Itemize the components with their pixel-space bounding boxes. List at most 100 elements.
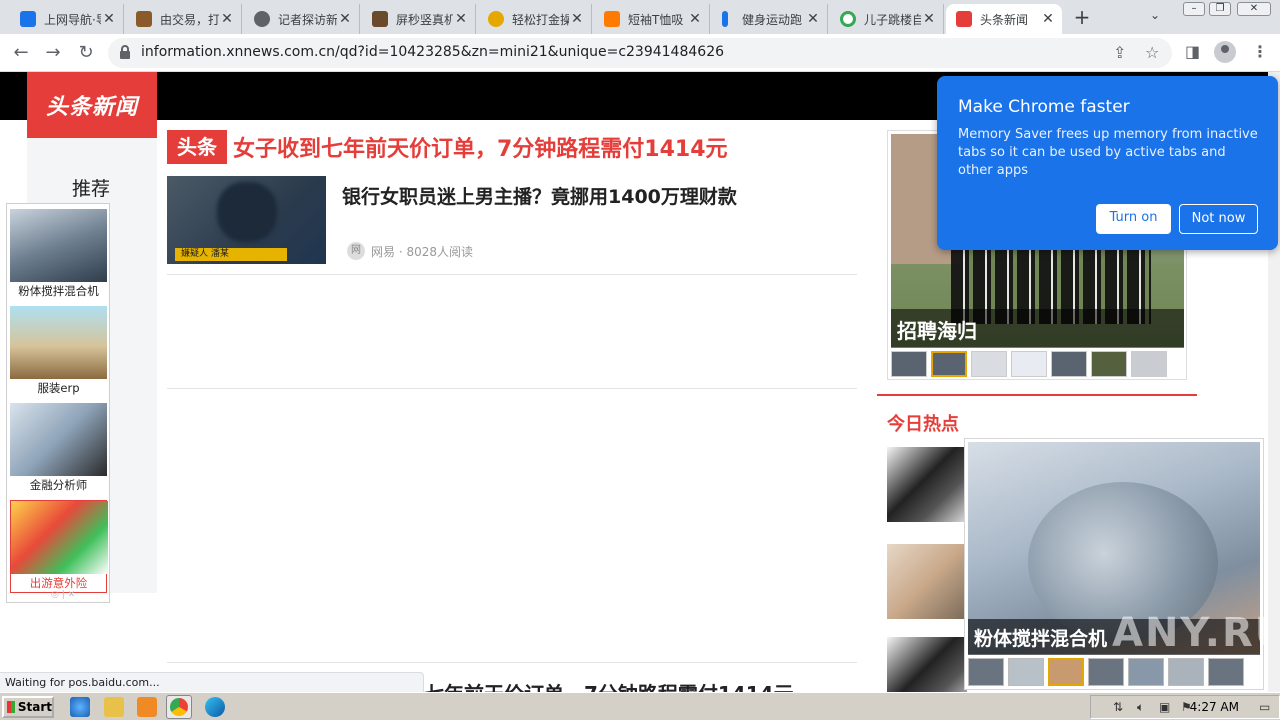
chrome-taskbar-icon[interactable] [166, 695, 192, 719]
hot-news-thumbnail[interactable] [887, 544, 967, 619]
ad-item-label[interactable]: 粉体搅拌混合机 [10, 282, 107, 300]
not-now-button[interactable]: Not now [1179, 204, 1258, 234]
show-desktop-icon[interactable]: ▭ [1259, 700, 1273, 714]
tab-favicon-icon [20, 11, 36, 27]
start-button[interactable]: Start [2, 696, 54, 718]
lock-icon[interactable] [120, 45, 130, 59]
minimize-button[interactable]: – [1183, 2, 1205, 16]
top-headline[interactable]: 头条 女子收到七年前天价订单，7分钟路程需付1414元 [167, 130, 728, 164]
folder-icon[interactable] [104, 697, 124, 717]
bookmark-star-icon[interactable]: ☆ [1145, 43, 1159, 62]
ad-thumb[interactable] [1128, 658, 1164, 686]
close-tab-icon[interactable]: ✕ [101, 11, 117, 27]
ad-thumb[interactable] [1088, 658, 1124, 686]
share-icon[interactable]: ⇪ [1113, 43, 1126, 62]
system-tray: ⇅ 🔈︎ ▣ ⚑ 4:27 AM ▭ [1090, 695, 1280, 719]
hot-news-thumbnail[interactable] [887, 637, 967, 692]
close-tab-icon[interactable]: ✕ [805, 11, 821, 27]
ad-item-image[interactable] [10, 209, 107, 282]
ad-item[interactable]: 服装erp [10, 306, 107, 397]
section-divider [877, 394, 1197, 396]
turn-on-button[interactable]: Turn on [1096, 204, 1171, 234]
network-icon[interactable]: ⇅ [1113, 700, 1127, 714]
news-item[interactable]: 嫌疑人 潘某 银行女职员迷上男主播？竟挪用1400万理财款 网 网易 · 802… [167, 176, 857, 275]
ad-thumb[interactable] [1048, 658, 1084, 686]
browser-tab[interactable]: 短袖T恤吸 ✕ [594, 4, 710, 34]
bubble-body: Memory Saver frees up memory from inacti… [958, 127, 1258, 178]
browser-tab[interactable]: 屏秒竖真机 ✕ [362, 4, 476, 34]
devices-icon[interactable]: ▣ [1159, 700, 1173, 714]
ad-item[interactable]: 出游意外险 [10, 500, 108, 593]
ad-thumb[interactable] [1168, 658, 1204, 686]
profile-avatar-icon[interactable] [1214, 41, 1236, 63]
url-text[interactable]: information.xnnews.com.cn/qd?id=10423285… [141, 44, 724, 60]
ad-item-label[interactable]: 金融分析师 [10, 476, 107, 494]
tab-search-chevron-icon[interactable]: ⌄ [1150, 8, 1160, 22]
volume-icon[interactable]: 🔈︎ [1137, 700, 1151, 714]
ad-thumb[interactable] [1008, 658, 1044, 686]
tab-favicon-icon [136, 11, 152, 27]
hot-news-thumbnail[interactable] [887, 447, 967, 522]
browser-tab-active[interactable]: 头条新闻 ✕ [946, 4, 1062, 34]
close-window-button[interactable]: ✕ [1237, 2, 1271, 16]
tab-strip: 上网导航·导 ✕ 由交易，打 ✕ 记者探访新 ✕ 屏秒竖真机 ✕ 轻松打金操 ✕… [0, 0, 1280, 34]
slide-caption[interactable]: 招聘海归 [891, 309, 1184, 347]
chrome-menu-icon[interactable]: ⋮ [1252, 42, 1268, 61]
ad-item-image[interactable] [10, 306, 107, 379]
ad-item[interactable]: 粉体搅拌混合机 [10, 209, 107, 300]
news-meta: 网 网易 · 8028人阅读 [347, 242, 473, 260]
internet-explorer-icon[interactable] [70, 697, 90, 717]
browser-tab[interactable]: 记者探访新 ✕ [244, 4, 360, 34]
forward-button[interactable]: → [42, 42, 64, 64]
close-tab-icon[interactable]: ✕ [687, 11, 703, 27]
close-tab-icon[interactable]: ✕ [219, 11, 235, 27]
ad-item-image[interactable] [10, 403, 107, 476]
thumbnail-caption: 嫌疑人 潘某 [175, 248, 287, 261]
browser-tab[interactable]: 儿子跳楼自 ✕ [830, 4, 944, 34]
close-tab-icon[interactable]: ✕ [921, 11, 937, 27]
slide-thumb[interactable] [971, 351, 1007, 377]
close-tab-icon[interactable]: ✕ [569, 11, 585, 27]
news-title-partial[interactable]: 七年前天价订单，7分钟路程需付1414元 [424, 678, 794, 692]
reload-button[interactable]: ↻ [75, 42, 97, 64]
new-tab-button[interactable]: + [1070, 6, 1094, 30]
ad-close-icon[interactable]: ◎ | ✕ [51, 590, 75, 600]
browser-tab[interactable]: 上网导航·导 ✕ [10, 4, 124, 34]
close-tab-icon[interactable]: ✕ [337, 11, 353, 27]
media-player-icon[interactable] [137, 697, 157, 717]
address-bar[interactable]: information.xnnews.com.cn/qd?id=10423285… [108, 38, 1172, 68]
site-logo[interactable]: 头条新闻 [27, 72, 157, 138]
browser-toolbar: ← → ↻ information.xnnews.com.cn/qd?id=10… [0, 34, 1280, 72]
browser-tab[interactable]: 健身运动跑 ✕ [712, 4, 828, 34]
clock[interactable]: 4:27 AM [1190, 700, 1239, 714]
slide-thumb[interactable] [1011, 351, 1047, 377]
tab-favicon-icon [956, 11, 972, 27]
ad-thumb[interactable] [1208, 658, 1244, 686]
ad-item-label[interactable]: 服装erp [10, 379, 107, 397]
headline-link[interactable]: 女子收到七年前天价订单，7分钟路程需付1414元 [233, 131, 728, 163]
hot-section-title: 今日热点 [887, 414, 959, 435]
browser-tab[interactable]: 由交易，打 ✕ [126, 4, 242, 34]
slide-thumb[interactable] [1051, 351, 1087, 377]
news-thumbnail[interactable]: 嫌疑人 潘某 [167, 176, 326, 264]
slide-thumb[interactable] [931, 351, 967, 377]
browser-tab[interactable]: 轻松打金操 ✕ [478, 4, 592, 34]
tab-title: 健身运动跑 [742, 12, 803, 27]
nav-item-recommend[interactable]: 推荐 [72, 174, 110, 201]
close-tab-icon[interactable]: ✕ [453, 11, 469, 27]
news-title[interactable]: 银行女职员迷上男主播？竟挪用1400万理财款 [342, 182, 737, 209]
back-button[interactable]: ← [10, 42, 32, 64]
ad-item[interactable]: 金融分析师 [10, 403, 107, 494]
ad-item-image[interactable] [11, 501, 108, 574]
floating-ad-left[interactable]: 粉体搅拌混合机 服装erp 金融分析师 出游意外险 ◎ | ✕ [6, 203, 110, 603]
ad-thumb[interactable] [968, 658, 1004, 686]
slide-thumb[interactable] [891, 351, 927, 377]
tab-favicon-icon [488, 11, 504, 27]
slide-thumb[interactable] [1091, 351, 1127, 377]
tab-title: 儿子跳楼自 [864, 12, 921, 27]
close-tab-icon[interactable]: ✕ [1040, 11, 1056, 27]
slide-thumb[interactable] [1131, 351, 1167, 377]
restore-button[interactable]: ❐ [1209, 2, 1231, 16]
side-panel-icon[interactable]: ◨ [1185, 42, 1200, 61]
edge-icon[interactable] [205, 697, 225, 717]
